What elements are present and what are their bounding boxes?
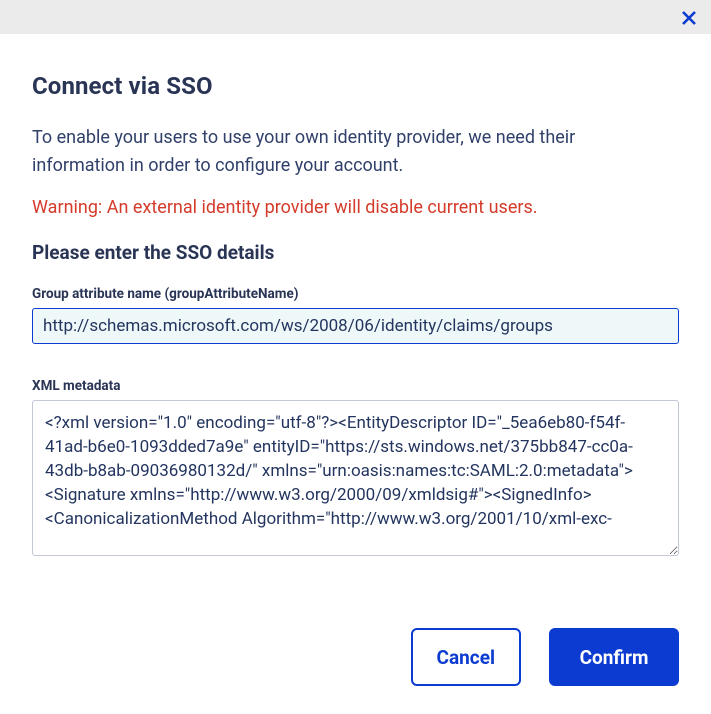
xml-metadata-input[interactable] — [32, 400, 679, 556]
close-button[interactable] — [677, 6, 701, 30]
dialog-content: Connect via SSO To enable your users to … — [0, 34, 711, 602]
close-icon — [680, 9, 698, 27]
confirm-button[interactable]: Confirm — [549, 628, 679, 686]
dialog-footer: Cancel Confirm — [0, 602, 711, 714]
group-attribute-name-input[interactable] — [32, 308, 679, 344]
group-attribute-name-label: Group attribute name (groupAttributeName… — [32, 286, 679, 302]
dialog-description: To enable your users to use your own ide… — [32, 124, 652, 180]
xml-metadata-label: XML metadata — [32, 378, 679, 394]
sso-connect-dialog: Connect via SSO To enable your users to … — [0, 0, 711, 714]
dialog-titlebar — [0, 0, 711, 34]
dialog-warning: Warning: An external identity provider w… — [32, 194, 679, 221]
dialog-title: Connect via SSO — [32, 72, 679, 100]
cancel-button[interactable]: Cancel — [411, 628, 521, 686]
dialog-subheading: Please enter the SSO details — [32, 241, 679, 264]
